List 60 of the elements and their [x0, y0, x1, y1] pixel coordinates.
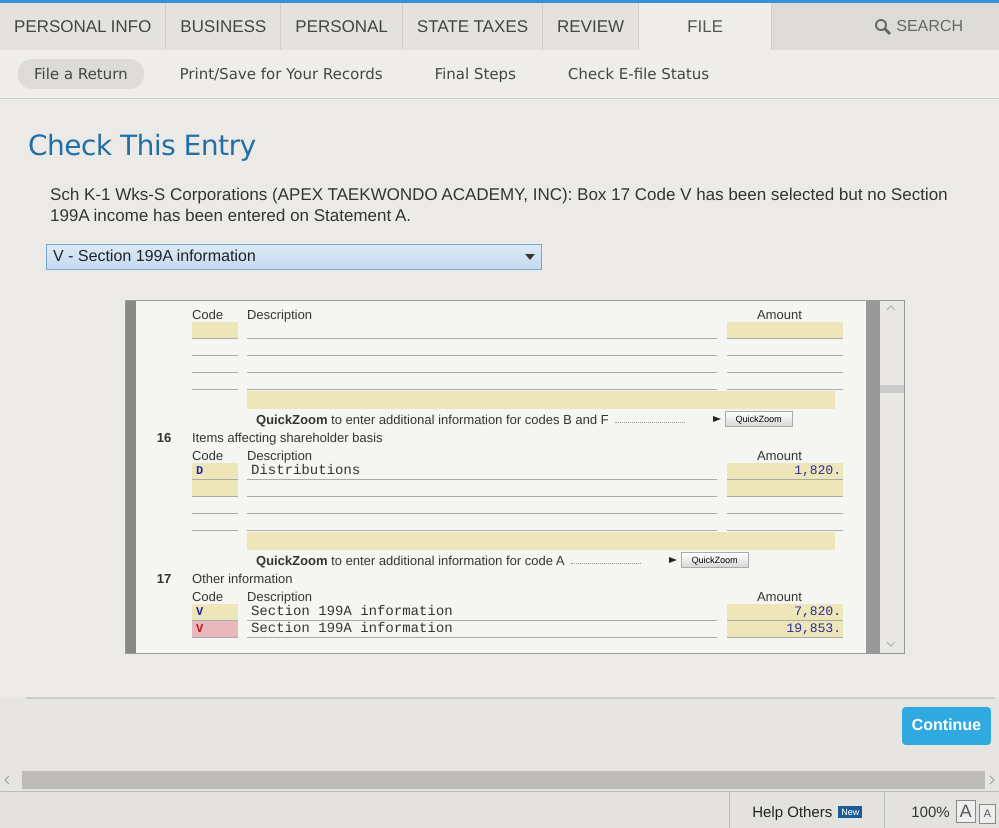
quickzoom-note: QuickZoom to enter additional information for code A: [256, 552, 565, 568]
total-field[interactable]: [247, 532, 835, 550]
sub-tab[interactable]: Check E-file Status: [552, 59, 726, 89]
line-number: 17: [156, 571, 172, 586]
column-header: Description: [247, 307, 314, 322]
scroll-up-icon[interactable]: [886, 305, 896, 311]
larger-text-button[interactable]: A: [956, 800, 976, 823]
amount-field[interactable]: 7,820.: [727, 604, 843, 621]
sub-tab[interactable]: Final Steps: [418, 59, 532, 89]
column-header: Amount: [757, 307, 802, 322]
quickzoom-button[interactable]: QuickZoom: [724, 411, 793, 427]
section-title: Other information: [192, 571, 292, 586]
page-heading: Check This Entry: [28, 129, 257, 162]
line-number: 16: [156, 430, 172, 445]
description-field[interactable]: Distributions: [247, 463, 717, 480]
amount-field[interactable]: [727, 480, 843, 497]
nav-tab[interactable]: PERSONAL: [281, 3, 403, 50]
nav-tab[interactable]: FILE: [639, 3, 772, 50]
code-field[interactable]: D: [192, 463, 238, 480]
smaller-text-button[interactable]: A: [978, 804, 996, 824]
amount-field[interactable]: 19,853.: [727, 621, 843, 638]
sub-tab[interactable]: File a Return: [18, 59, 144, 89]
pointer-icon: [668, 557, 677, 563]
amount-field[interactable]: [727, 322, 843, 339]
help-link[interactable]: Help Others: [752, 804, 832, 820]
nav-tab[interactable]: BUSINESS: [166, 3, 282, 50]
description-field[interactable]: Section 199A information: [247, 621, 717, 638]
nav-tab[interactable]: PERSONAL INFO: [0, 3, 166, 50]
code-field[interactable]: V: [192, 621, 238, 638]
code-dropdown[interactable]: V - Section 199A information: [46, 244, 542, 270]
column-header: Description: [247, 589, 314, 604]
column-header: Amount: [757, 448, 802, 463]
code-field[interactable]: V: [192, 604, 238, 621]
column-header: Code: [192, 589, 224, 604]
scroll-left-icon[interactable]: [4, 775, 10, 785]
scroll-thumb[interactable]: [880, 385, 904, 393]
amount-field[interactable]: 1,820.: [727, 463, 843, 480]
search-icon: [874, 18, 892, 36]
column-header: Code: [192, 307, 224, 322]
scrollbar[interactable]: [880, 301, 904, 653]
column-header: Code: [192, 448, 224, 463]
quickzoom-note: QuickZoom to enter additional information for codes B and F: [256, 412, 609, 426]
total-field[interactable]: [247, 391, 835, 409]
pointer-icon: [712, 416, 721, 422]
nav-tab[interactable]: REVIEW: [543, 3, 640, 50]
code-field[interactable]: [192, 322, 238, 339]
scroll-right-icon[interactable]: [989, 775, 995, 785]
section-title: Items affecting shareholder basis: [192, 430, 383, 445]
code-field[interactable]: [192, 480, 238, 497]
column-header: Description: [247, 448, 314, 463]
scroll-down-icon[interactable]: [886, 641, 896, 647]
new-badge: New: [838, 806, 862, 818]
caret-icon: [525, 254, 535, 260]
column-header: Amount: [757, 589, 802, 604]
nav-tab[interactable]: STATE TAXES: [402, 3, 544, 50]
sub-tab[interactable]: Print/Save for Your Records: [164, 59, 399, 89]
quickzoom-button[interactable]: QuickZoom: [680, 552, 749, 568]
error-message: Sch K-1 Wks-S Corporations (APEX TAEKWONDO ACADEMY, INC): Box 17 Code V has been selected but no Section 199A income has been entered on Statement A.: [50, 184, 949, 226]
description-field[interactable]: Section 199A information: [247, 604, 717, 621]
zoom-level: 100%: [910, 804, 951, 820]
